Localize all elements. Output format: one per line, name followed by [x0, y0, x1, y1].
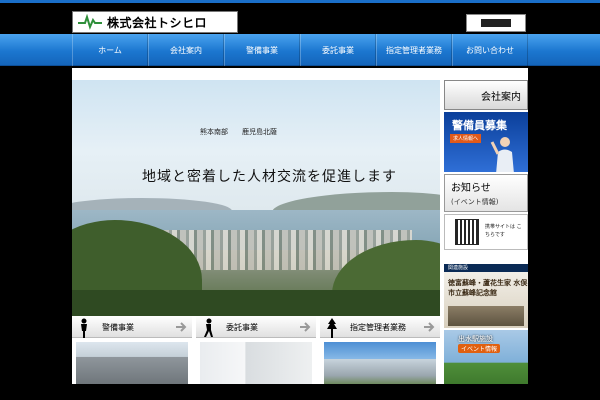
guard-figure-icon — [81, 318, 87, 338]
sotoho-memorial-banner[interactable]: 徳富蘇峰・蘆花生家 水俣市立蘇峰記念館 — [444, 272, 528, 328]
mobile-site-text: 携帯サイトは こちらです — [485, 224, 522, 238]
related-facilities-label: 関連施設 — [448, 265, 469, 271]
hero-region: 熊本南部 鹿児島北薩 — [200, 127, 291, 137]
news-banner[interactable]: お知らせ (イベント情報) — [444, 174, 528, 212]
nav-item-designated-manager[interactable]: 指定管理者業務 — [376, 34, 452, 66]
news-sub: (イベント情報) — [451, 198, 499, 206]
company-name: 株式会社トシヒロ — [107, 15, 208, 30]
top-button-graphic — [481, 19, 511, 27]
top-bar: 株式会社トシヒロ — [0, 0, 600, 34]
company-logo-link[interactable]: 株式会社トシヒロ — [72, 11, 238, 33]
hero-banner: 熊本南部 鹿児島北薩 地域と密着した人材交流を促進します — [72, 80, 440, 316]
nav-item-home[interactable]: ホーム — [72, 34, 148, 66]
qr-code-icon — [455, 219, 479, 245]
traffic-photo — [76, 342, 188, 384]
hero-region-right: 鹿児島北薩 — [242, 128, 277, 136]
hero-foreground — [72, 290, 440, 316]
recruit-sub: 求人情報へ — [450, 134, 482, 143]
station-sub: イベント情報 — [458, 344, 501, 353]
related-facilities-bar: 関連施設 — [444, 264, 528, 272]
card-label: 警備事業 — [102, 323, 134, 332]
sidebar: 会社案内 警備員募集 求人情報へ お知らせ (イベント情報) 携帯サイトは こち… — [444, 80, 528, 384]
recruit-person-icon — [490, 137, 514, 172]
hero-region-left: 熊本南部 — [200, 128, 228, 136]
card-header: 警備事業 — [72, 316, 192, 338]
nav-item-security[interactable]: 警備事業 — [224, 34, 300, 66]
recruit-banner[interactable]: 警備員募集 求人情報へ — [444, 112, 528, 172]
card-header: 指定管理者業務 — [320, 316, 440, 338]
nav-item-company[interactable]: 会社案内 — [148, 34, 224, 66]
card-label: 指定管理者業務 — [350, 323, 406, 332]
service-cards: 警備事業 委託事業 指定管理者業務 — [72, 316, 440, 384]
arrow-right-icon — [424, 322, 435, 332]
arrow-right-icon — [300, 322, 311, 332]
arrow-right-icon — [176, 322, 187, 332]
card-label: 委託事業 — [226, 323, 258, 332]
main-content: 熊本南部 鹿児島北薩 地域と密着した人材交流を促進します 会社案内 警備員募集 求… — [72, 68, 528, 384]
mobile-site-banner[interactable]: 携帯サイトは こちらです — [444, 214, 528, 250]
facility-photo — [324, 342, 436, 384]
card-outsourcing[interactable]: 委託事業 — [196, 316, 316, 384]
nav-item-outsourcing[interactable]: 委託事業 — [300, 34, 376, 66]
card-header: 委託事業 — [196, 316, 316, 338]
tree-icon — [327, 318, 337, 338]
side-company-button[interactable]: 会社案内 — [444, 80, 528, 110]
recruit-title: 警備員募集 — [452, 119, 507, 132]
walking-figure-icon — [204, 318, 213, 337]
card-designated-manager[interactable]: 指定管理者業務 — [320, 316, 440, 384]
station-title: 出水駅施設 — [458, 335, 493, 343]
main-nav: ホーム 会社案内 警備事業 委託事業 指定管理者業務 お問い合わせ — [0, 34, 600, 66]
izumi-station-banner[interactable]: 出水駅施設 イベント情報 — [444, 330, 528, 384]
news-title: お知らせ — [451, 183, 491, 194]
sotoho-text: 徳富蘇峰・蘆花生家 水俣市立蘇峰記念館 — [448, 278, 528, 297]
top-right-button[interactable] — [466, 14, 526, 32]
lightning-bolt-logo-icon — [77, 14, 103, 30]
nav-item-contact[interactable]: お問い合わせ — [452, 34, 528, 66]
hero-tagline: 地域と密着した人材交流を促進します — [142, 169, 397, 185]
card-security[interactable]: 警備事業 — [72, 316, 192, 384]
office-photo — [200, 342, 312, 384]
sotoho-building-image — [448, 306, 524, 326]
